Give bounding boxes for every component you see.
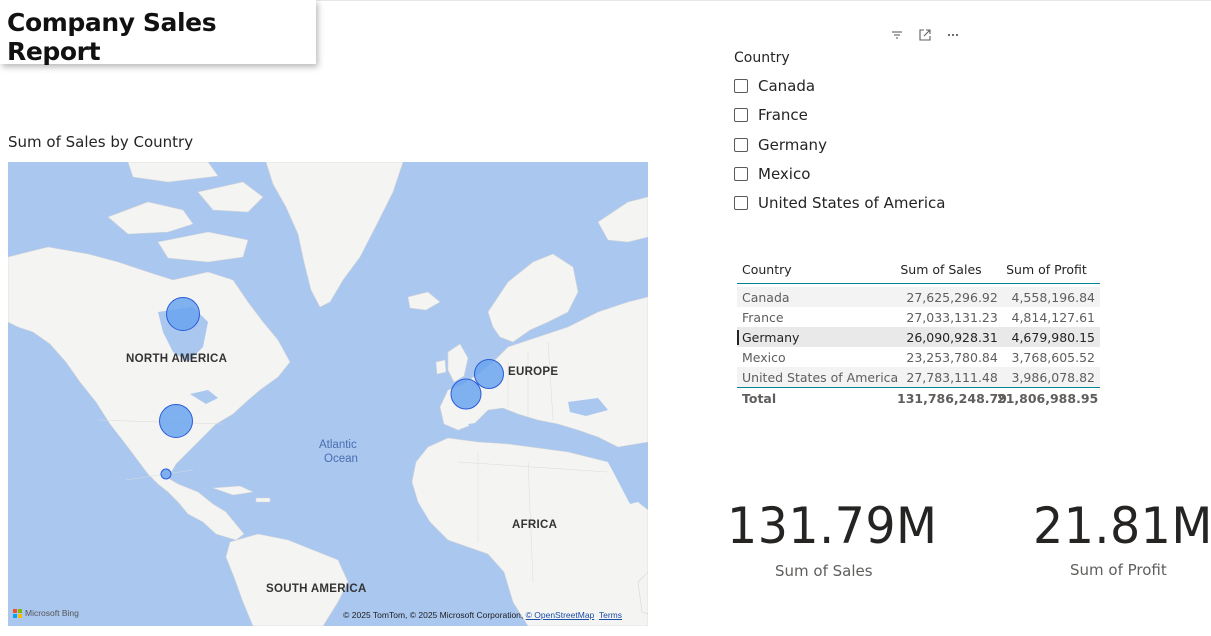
card-profit-label: Sum of Profit <box>1070 561 1167 579</box>
label-ocean-line2: Ocean <box>324 453 358 465</box>
total-profit: 21,806,988.95 <box>997 390 1099 406</box>
map-attribution: © 2025 TomTom, © 2025 Microsoft Corporat… <box>343 610 622 620</box>
checkbox[interactable] <box>734 108 748 122</box>
cell-sales: 27,625,296.92 <box>906 289 998 305</box>
card-sales-label: Sum of Sales <box>775 562 873 580</box>
label-ocean-line1: Atlantic <box>319 439 357 451</box>
focus-mode-icon[interactable] <box>918 27 932 41</box>
bubble-germany[interactable] <box>474 359 504 389</box>
cell-profit: 4,814,127.61 <box>1011 309 1096 325</box>
bubble-canada[interactable] <box>166 297 200 331</box>
slicer-item-canada[interactable]: Canada <box>734 77 815 95</box>
bubble-france[interactable] <box>450 378 482 410</box>
cell-profit: 3,768,605.52 <box>1011 349 1096 365</box>
slicer-item-label: France <box>758 106 808 124</box>
map-title: Sum of Sales by Country <box>8 133 194 151</box>
cell-sales: 23,253,780.84 <box>906 349 998 365</box>
label-europe: EUROPE <box>508 366 558 378</box>
slicer-item-mexico[interactable]: Mexico <box>734 165 810 183</box>
table-row[interactable]: Mexico 23,253,780.84 3,768,605.52 <box>737 347 1100 367</box>
cell-profit: 3,986,078.82 <box>1011 369 1096 385</box>
checkbox[interactable] <box>734 167 748 181</box>
filter-icon[interactable] <box>890 27 904 41</box>
slicer-item-germany[interactable]: Germany <box>734 136 827 154</box>
total-label: Total <box>742 390 777 406</box>
report-title: Company Sales Report <box>7 8 217 66</box>
cell-country: United States of America <box>742 369 899 385</box>
cell-sales: 26,090,928.31 <box>906 329 998 345</box>
table-total-row: Total 131,786,248.79 21,806,988.95 <box>737 387 1100 408</box>
label-south-america: SOUTH AMERICA <box>266 583 367 595</box>
cell-profit: 4,679,980.15 <box>1011 329 1096 345</box>
label-africa: AFRICA <box>512 519 557 531</box>
visual-header <box>890 27 960 41</box>
cell-country: Canada <box>742 289 790 305</box>
bing-logo: Microsoft Bing <box>13 608 79 618</box>
cell-country: Germany <box>737 329 899 345</box>
slicer-item-united-states[interactable]: United States of America <box>734 194 945 212</box>
report-title-card: Company Sales Report <box>0 0 316 66</box>
cell-sales: 27,033,131.23 <box>906 309 998 325</box>
slicer-item-label: Mexico <box>758 165 811 183</box>
sales-table: Country Sum of Sales Sum of Profit Canad… <box>737 256 1100 408</box>
cell-sales: 27,783,111.48 <box>906 369 998 385</box>
total-sales: 131,786,248.79 <box>897 390 1007 406</box>
slicer-title: Country <box>734 50 790 66</box>
bubble-united-states[interactable] <box>159 404 193 438</box>
more-options-icon[interactable] <box>946 27 960 41</box>
map-canvas[interactable]: NORTH AMERICA SOUTH AMERICA EUROPE AFRIC… <box>8 162 648 626</box>
attribution-text: © 2025 TomTom, © 2025 Microsoft Corporat… <box>343 610 524 620</box>
cell-profit: 4,558,196.84 <box>1011 289 1096 305</box>
column-header-sales[interactable]: Sum of Sales <box>896 262 994 277</box>
slicer-item-france[interactable]: France <box>734 106 808 124</box>
column-header-country[interactable]: Country <box>737 262 896 277</box>
terms-link[interactable]: Terms <box>599 610 622 620</box>
slicer-item-label: Germany <box>758 136 827 154</box>
map-provider: Microsoft Bing <box>25 608 79 618</box>
slicer-item-label: Canada <box>758 77 816 95</box>
bubble-mexico[interactable] <box>160 468 172 480</box>
sales-map[interactable]: NORTH AMERICA SOUTH AMERICA EUROPE AFRIC… <box>8 162 648 626</box>
table-header: Country Sum of Sales Sum of Profit <box>737 256 1100 284</box>
microsoft-logo-icon <box>13 608 22 618</box>
table-body: Canada 27,625,296.92 4,558,196.84 France… <box>737 287 1100 387</box>
checkbox[interactable] <box>734 138 748 152</box>
table-row[interactable]: Canada 27,625,296.92 4,558,196.84 <box>737 287 1100 307</box>
cell-country: Mexico <box>742 349 786 365</box>
card-profit-value: 21.81M <box>1033 497 1211 555</box>
table-row[interactable]: United States of America 27,783,111.48 3… <box>737 367 1100 387</box>
column-header-profit[interactable]: Sum of Profit <box>994 262 1100 277</box>
table-row-selected[interactable]: Germany 26,090,928.31 4,679,980.15 <box>737 327 1100 347</box>
card-sales-value: 131.79M <box>727 497 938 555</box>
openstreetmap-link[interactable]: © OpenStreetMap <box>526 610 595 620</box>
table-row[interactable]: France 27,033,131.23 4,814,127.61 <box>737 307 1100 327</box>
slicer-item-label: United States of America <box>758 194 946 212</box>
cell-country: France <box>742 309 784 325</box>
checkbox[interactable] <box>734 196 748 210</box>
label-north-america: NORTH AMERICA <box>126 353 227 365</box>
checkbox[interactable] <box>734 79 748 93</box>
